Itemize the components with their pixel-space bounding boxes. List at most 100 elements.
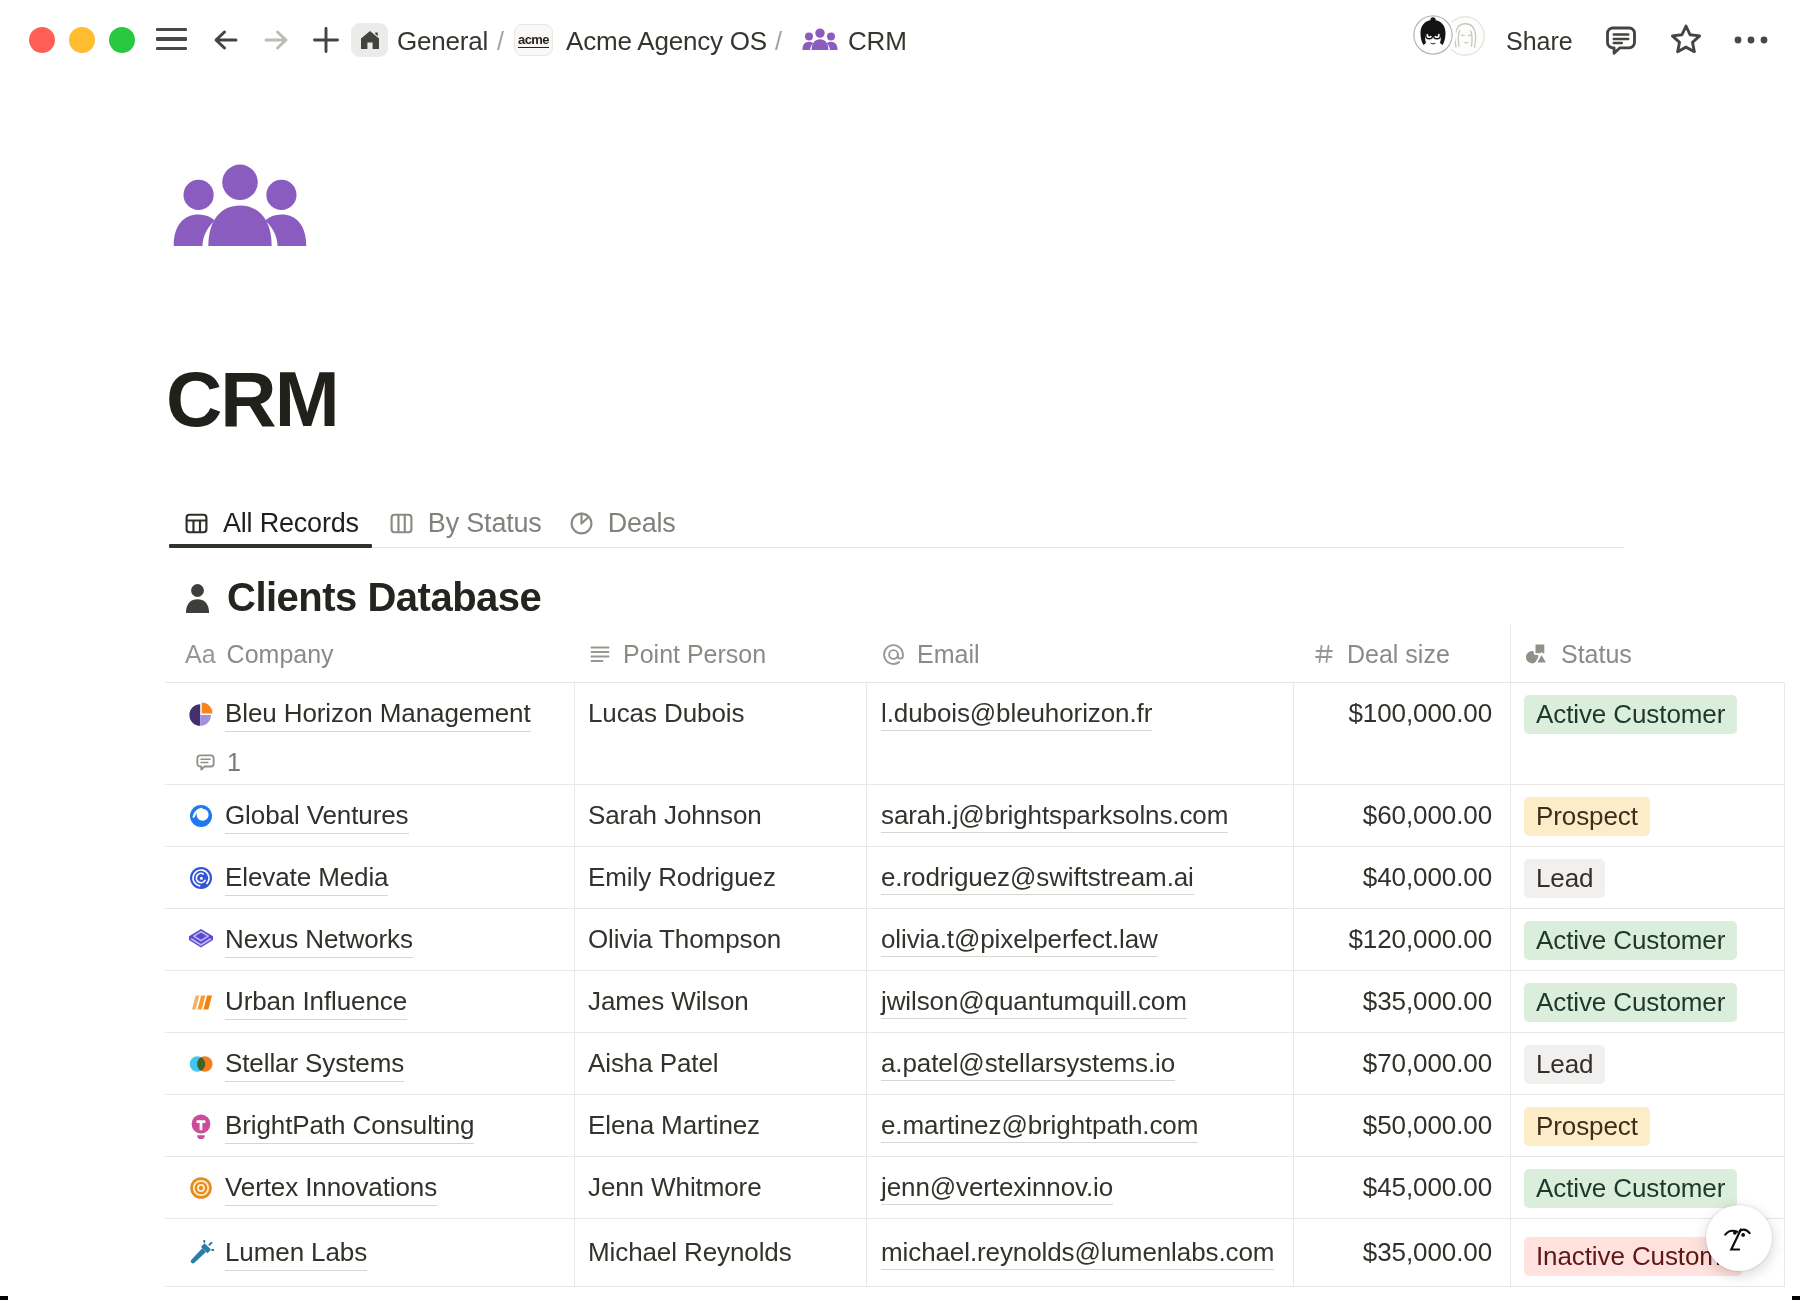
table-row[interactable]: Stellar Systems Aisha Patel a.patel@stel… xyxy=(165,1033,1784,1095)
forward-arrow-icon[interactable] xyxy=(260,24,292,56)
table-row[interactable]: BrightPath Consulting Elena Martinez e.m… xyxy=(165,1095,1784,1157)
company-cell[interactable]: Lumen Labs xyxy=(165,1219,574,1286)
email-link[interactable]: l.dubois@bleuhorizon.fr xyxy=(881,698,1152,731)
email-link[interactable]: a.patel@stellarsystems.io xyxy=(881,1048,1175,1081)
email-cell[interactable]: e.rodriguez@swiftstream.ai xyxy=(866,847,1293,908)
point-person-cell[interactable]: Emily Rodriguez xyxy=(574,847,866,908)
deal-size-cell[interactable]: $120,000.00 xyxy=(1293,909,1511,970)
more-options-icon[interactable] xyxy=(1731,33,1771,47)
column-divider[interactable] xyxy=(574,683,575,1287)
column-header-point-person[interactable]: Point Person xyxy=(574,626,866,682)
email-link[interactable]: olivia.t@pixelperfect.law xyxy=(881,924,1158,957)
deal-size-cell[interactable]: $60,000.00 xyxy=(1293,785,1511,846)
table-row[interactable]: Elevate Media Emily Rodriguez e.rodrigue… xyxy=(165,847,1784,909)
email-cell[interactable]: e.martinez@brightpath.com xyxy=(866,1095,1293,1156)
point-person-cell[interactable]: Lucas Dubois xyxy=(574,683,866,784)
column-divider[interactable] xyxy=(1293,683,1294,1287)
point-person-cell[interactable]: Olivia Thompson xyxy=(574,909,866,970)
traffic-light-zoom[interactable] xyxy=(109,27,135,53)
column-header-email[interactable]: Email xyxy=(866,626,1293,682)
column-divider[interactable] xyxy=(866,683,867,1287)
company-cell[interactable]: Urban Influence xyxy=(165,971,574,1032)
table-row[interactable]: Vertex Innovations Jenn Whitmore jenn@ve… xyxy=(165,1157,1784,1219)
company-name[interactable]: Elevate Media xyxy=(225,862,388,896)
status-cell[interactable]: Lead xyxy=(1511,847,1784,908)
point-person-cell[interactable]: Jenn Whitmore xyxy=(574,1157,866,1218)
star-icon[interactable] xyxy=(1667,21,1705,59)
deal-size-cell[interactable]: $50,000.00 xyxy=(1293,1095,1511,1156)
point-person-cell[interactable]: Michael Reynolds xyxy=(574,1219,866,1286)
company-cell[interactable]: BrightPath Consulting xyxy=(165,1095,574,1156)
breadcrumb-general[interactable]: General xyxy=(397,26,488,56)
email-link[interactable]: michael.reynolds@lumenlabs.com xyxy=(881,1237,1274,1270)
email-link[interactable]: sarah.j@brightsparksolns.com xyxy=(881,800,1228,833)
deal-size-cell[interactable]: $45,000.00 xyxy=(1293,1157,1511,1218)
table-row[interactable]: Lumen Labs Michael Reynolds michael.reyn… xyxy=(165,1219,1784,1287)
page-icon-people-group[interactable] xyxy=(169,163,311,246)
company-cell[interactable]: Bleu Horizon Management 1 xyxy=(165,683,574,784)
email-link[interactable]: e.martinez@brightpath.com xyxy=(881,1110,1198,1143)
column-header-status[interactable]: Status xyxy=(1511,626,1784,682)
company-cell[interactable]: Global Ventures xyxy=(165,785,574,846)
company-name[interactable]: Stellar Systems xyxy=(225,1048,404,1082)
status-cell[interactable]: Prospect xyxy=(1511,1095,1784,1156)
breadcrumb-home-button[interactable] xyxy=(351,23,388,57)
deal-size-cell[interactable]: $70,000.00 xyxy=(1293,1033,1511,1094)
company-name[interactable]: Vertex Innovations xyxy=(225,1172,437,1206)
table-row[interactable]: Nexus Networks Olivia Thompson olivia.t@… xyxy=(165,909,1784,971)
email-cell[interactable]: michael.reynolds@lumenlabs.com xyxy=(866,1219,1293,1286)
company-name[interactable]: Urban Influence xyxy=(225,986,407,1020)
email-cell[interactable]: jenn@vertexinnov.io xyxy=(866,1157,1293,1218)
status-cell[interactable]: Active Customer xyxy=(1511,971,1784,1032)
email-cell[interactable]: jwilson@quantumquill.com xyxy=(866,971,1293,1032)
status-cell[interactable]: Lead xyxy=(1511,1033,1784,1094)
new-page-plus-icon[interactable] xyxy=(310,24,342,56)
deal-size-cell[interactable]: $100,000.00 xyxy=(1293,683,1511,784)
breadcrumb-crm[interactable]: CRM xyxy=(848,26,907,56)
table-row[interactable]: Urban Influence James Wilson jwilson@qua… xyxy=(165,971,1784,1033)
comment-badge[interactable]: 1 xyxy=(194,748,574,777)
status-cell[interactable]: Prospect xyxy=(1511,785,1784,846)
column-divider[interactable] xyxy=(1784,683,1785,1287)
company-cell[interactable]: Nexus Networks xyxy=(165,909,574,970)
email-cell[interactable]: a.patel@stellarsystems.io xyxy=(866,1033,1293,1094)
deal-size-cell[interactable]: $35,000.00 xyxy=(1293,1219,1511,1286)
email-cell[interactable]: l.dubois@bleuhorizon.fr xyxy=(866,683,1293,784)
company-name[interactable]: BrightPath Consulting xyxy=(225,1110,474,1144)
table-row[interactable]: Global Ventures Sarah Johnson sarah.j@br… xyxy=(165,785,1784,847)
company-cell[interactable]: Elevate Media xyxy=(165,847,574,908)
status-cell[interactable]: Active Customer xyxy=(1511,909,1784,970)
company-name[interactable]: Bleu Horizon Management xyxy=(225,698,531,732)
tab-all-records[interactable]: All Records xyxy=(183,508,359,539)
deal-size-cell[interactable]: $40,000.00 xyxy=(1293,847,1511,908)
point-person-cell[interactable]: Sarah Johnson xyxy=(574,785,866,846)
table-row[interactable]: Bleu Horizon Management 1 Lucas Dubois l… xyxy=(165,683,1784,785)
share-button[interactable]: Share xyxy=(1506,26,1573,56)
point-person-cell[interactable]: Aisha Patel xyxy=(574,1033,866,1094)
point-person-cell[interactable]: James Wilson xyxy=(574,971,866,1032)
traffic-light-close[interactable] xyxy=(29,27,55,53)
column-divider[interactable] xyxy=(1510,624,1511,1287)
collaborator-avatars[interactable] xyxy=(1413,15,1493,65)
company-name[interactable]: Lumen Labs xyxy=(225,1237,367,1271)
email-cell[interactable]: sarah.j@brightsparksolns.com xyxy=(866,785,1293,846)
notion-ai-button[interactable] xyxy=(1706,1205,1772,1271)
company-cell[interactable]: Stellar Systems xyxy=(165,1033,574,1094)
back-arrow-icon[interactable] xyxy=(210,24,242,56)
company-name[interactable]: Global Ventures xyxy=(225,800,409,834)
company-cell[interactable]: Vertex Innovations xyxy=(165,1157,574,1218)
traffic-light-minimize[interactable] xyxy=(69,27,95,53)
comment-icon[interactable] xyxy=(1603,22,1639,58)
tab-deals[interactable]: Deals xyxy=(568,508,676,539)
email-cell[interactable]: olivia.t@pixelperfect.law xyxy=(866,909,1293,970)
deal-size-cell[interactable]: $35,000.00 xyxy=(1293,971,1511,1032)
company-name[interactable]: Nexus Networks xyxy=(225,924,413,958)
email-link[interactable]: jwilson@quantumquill.com xyxy=(881,986,1187,1019)
column-header-deal-size[interactable]: Deal size xyxy=(1293,626,1511,682)
email-link[interactable]: e.rodriguez@swiftstream.ai xyxy=(881,862,1194,895)
point-person-cell[interactable]: Elena Martinez xyxy=(574,1095,866,1156)
breadcrumb-acme-logo[interactable]: acme xyxy=(514,24,553,56)
breadcrumb-acme-agency-os[interactable]: Acme Agency OS xyxy=(566,26,767,56)
status-cell[interactable]: Active Customer xyxy=(1511,683,1784,784)
tab-by-status[interactable]: By Status xyxy=(388,508,542,539)
